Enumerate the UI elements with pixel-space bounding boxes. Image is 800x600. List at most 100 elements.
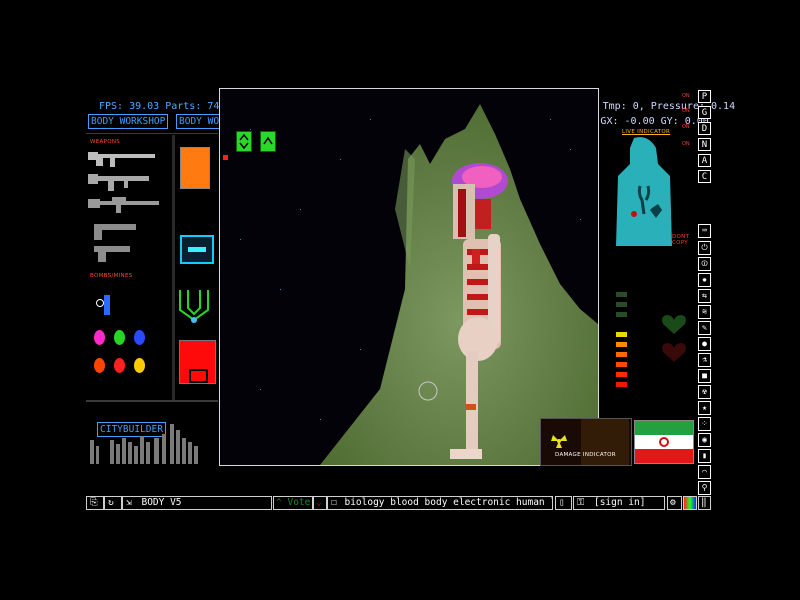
body-workshop-button[interactable]: BODY WORKSHOP	[88, 114, 169, 129]
mine-tile[interactable]	[179, 340, 216, 384]
led-bar-5	[616, 342, 627, 347]
star-icon[interactable]: ★	[698, 401, 711, 415]
detonator-icon[interactable]	[104, 295, 110, 315]
dots-icon[interactable]: ⁘	[698, 417, 711, 431]
city-skyline[interactable]	[88, 420, 208, 466]
square-icon[interactable]: ■	[698, 369, 711, 383]
tags-text: biology blood body electronic human life…	[344, 497, 552, 508]
detonator-ring-icon	[96, 299, 104, 307]
pen-icon[interactable]: ✎	[698, 321, 711, 335]
damage-indicator-panel: DAMAGE INDICATOR	[540, 418, 632, 466]
simulation-canvas[interactable]	[219, 88, 599, 466]
rifle-icon	[88, 152, 155, 167]
on-label-2: ON	[682, 108, 690, 114]
red-marker	[223, 155, 228, 160]
flask-icon[interactable]: ⚗	[698, 353, 711, 367]
led-bar-1	[616, 292, 627, 297]
sign-in-button[interactable]: ⚿ [sign in]	[573, 496, 665, 510]
sign-in-text: [sign in]	[593, 497, 646, 508]
move-updown-button[interactable]	[236, 131, 252, 152]
open-save-button[interactable]: ⎘	[86, 496, 104, 510]
menu-button-c[interactable]: C	[698, 170, 711, 183]
menu-button-n[interactable]: N	[698, 138, 711, 151]
menu-button-a[interactable]: A	[698, 154, 711, 167]
magnifier-icon[interactable]: ⚲	[698, 481, 711, 495]
save-name-text: BODY V5	[141, 497, 182, 508]
carbine-icon	[88, 174, 149, 191]
led-bar-9	[616, 382, 627, 387]
radiation-icon	[551, 435, 567, 448]
document-icon: ▯	[559, 497, 565, 508]
key-icon: ⚿	[577, 497, 585, 508]
vote-label: Vote	[287, 497, 311, 508]
simulation-scene	[240, 104, 598, 465]
fps-readout: FPS: 39.03 Parts: 74804	[99, 101, 238, 112]
menu-button-d[interactable]: D	[698, 122, 711, 135]
bulb-icon[interactable]: ◉	[698, 433, 711, 447]
led-bar-3	[616, 312, 627, 317]
emp-device-tile[interactable]	[180, 235, 214, 264]
spray-icon[interactable]: ≋	[698, 305, 711, 319]
on-label-1: ON	[682, 93, 690, 99]
led-bar-7	[616, 362, 627, 367]
dust-hill	[320, 104, 598, 465]
menu-button-g[interactable]: G	[698, 106, 711, 119]
open-icon: ⎘	[90, 497, 98, 508]
claymore-tile[interactable]	[176, 288, 212, 332]
led-bar-2	[616, 302, 627, 307]
vote-down-icon: ⌄	[316, 497, 322, 508]
led-bar-6	[616, 352, 627, 357]
save-name-field[interactable]: ⇲ BODY V5	[122, 496, 272, 510]
dont-copy-label: DONT COPY	[672, 234, 690, 246]
grenade-yellow-icon[interactable]	[134, 358, 145, 373]
live-indicator-label: LIVE INDICATOR	[622, 129, 671, 135]
on-label-4: ON	[682, 141, 690, 147]
reload-button[interactable]: ↻	[104, 496, 122, 510]
power-icon[interactable]: ⏼	[698, 257, 711, 271]
grenade-red-icon[interactable]	[114, 358, 125, 373]
menu-button-p[interactable]: P	[698, 90, 711, 103]
left-panel-bottom-border	[86, 400, 218, 402]
fuel-tank-tile[interactable]	[180, 147, 210, 189]
tag-icon: ☐	[331, 497, 337, 508]
damage-indicator-label: DAMAGE INDICATOR	[555, 452, 616, 458]
move-up-button[interactable]	[260, 131, 276, 152]
tags-field[interactable]: ☐ biology blood body electronic human li…	[327, 496, 553, 510]
reload-icon: ↻	[108, 497, 114, 508]
plug-icon[interactable]: ⏻	[698, 241, 711, 255]
color-button[interactable]	[683, 496, 697, 510]
arrows-icon[interactable]: ⇆	[698, 289, 711, 303]
sniper-icon	[88, 197, 159, 213]
led-bar-8	[616, 372, 627, 377]
settings-button[interactable]: ⚙	[667, 496, 682, 510]
grenade-green-icon[interactable]	[114, 330, 125, 345]
left-panel-divider	[172, 135, 175, 400]
grenade-pink-icon[interactable]	[94, 330, 105, 345]
bombs-header: BOMBS/MINES	[90, 273, 133, 279]
heart-icons	[662, 315, 686, 362]
gear-icon: ⚙	[670, 497, 676, 508]
weapons-list[interactable]	[88, 148, 160, 264]
save-icon: ⇲	[126, 497, 132, 508]
explosion-icon[interactable]: ✹	[698, 273, 711, 287]
on-label-3: ON	[682, 124, 690, 130]
pistol-icon	[94, 224, 136, 262]
bookmark-icon[interactable]: ▮	[698, 449, 711, 463]
grenade-blue-icon[interactable]	[134, 330, 145, 345]
led-bar-4	[616, 332, 627, 337]
clipboard-icon[interactable]: ⌨	[698, 224, 711, 238]
vote-up-button[interactable]: ⌃ Vote	[273, 496, 313, 510]
left-panel-top-border	[86, 133, 218, 134]
grenade-orange-icon[interactable]	[94, 358, 105, 373]
pause-button[interactable]: ‖	[698, 496, 711, 510]
radiation-tool-icon[interactable]: ☢	[698, 385, 711, 399]
weapons-header: WEAPONS	[90, 139, 121, 145]
live-indicator-silhouette	[616, 137, 672, 246]
iran-flag	[634, 420, 694, 464]
brush-icon[interactable]: ⌒	[698, 465, 711, 479]
report-button[interactable]: ▯	[555, 496, 572, 510]
vote-down-button[interactable]: ⌄	[313, 496, 327, 510]
drop-icon[interactable]: ●	[698, 337, 711, 351]
vote-up-icon: ⌃	[276, 497, 282, 508]
pause-icon: ‖	[701, 497, 707, 508]
